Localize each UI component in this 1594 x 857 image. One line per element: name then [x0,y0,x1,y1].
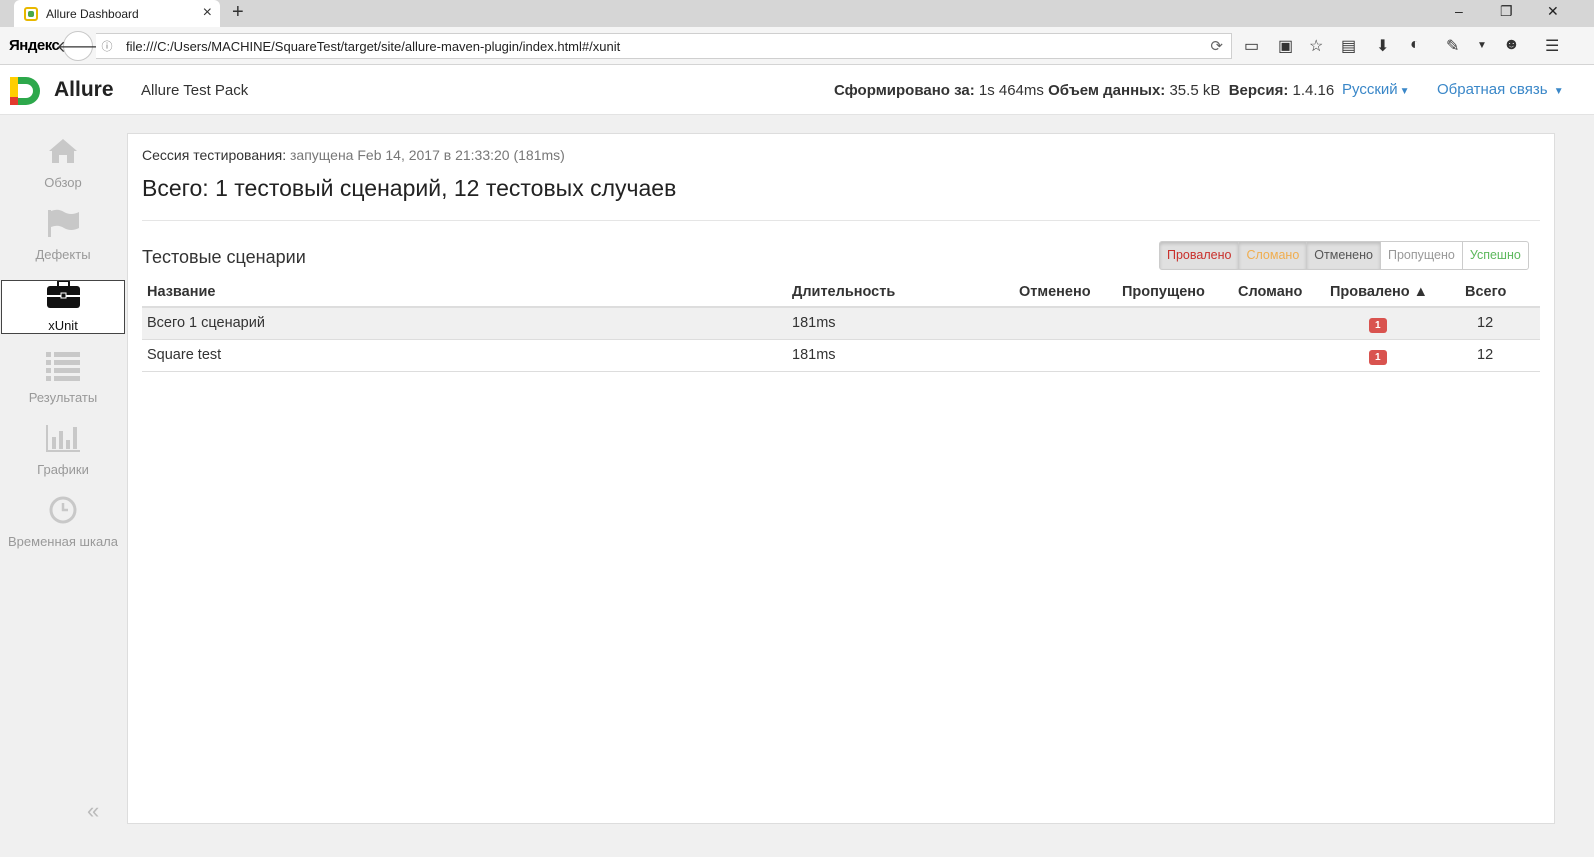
back-button[interactable]: 🡐 [57,31,99,61]
sidebar-item-defects[interactable]: Дефекты [0,208,126,262]
session-value: запущена Feb 14, 2017 в 21:33:20 (181ms) [290,147,565,163]
column-header-canceled[interactable]: Отменено [1019,284,1091,300]
bookmarks-list-icon[interactable]: ▤ [1341,36,1356,56]
close-window-button[interactable]: ✕ [1547,3,1559,20]
sidebar-item-label: Обзор [44,175,82,190]
feedback-dropdown[interactable]: Обратная связь ▼ [1437,81,1564,98]
column-header-failed[interactable]: Провалено ▲ [1330,284,1428,300]
section-title: Тестовые сценарии [142,247,306,267]
caret-down-icon: ▼ [1553,86,1564,97]
column-header-broken[interactable]: Сломано [1238,284,1302,300]
pack-name: Allure Test Pack [141,82,249,99]
row-duration: 181ms [792,347,836,363]
url-text[interactable]: file:///C:/Users/MACHINE/SquareTest/targ… [126,39,620,54]
row-total: 12 [1477,347,1494,363]
pocket-icon[interactable]: ◐ [1410,36,1420,54]
caret-down-icon: ▼ [1399,86,1410,97]
row-name: Всего 1 сценарий [147,315,265,331]
table-header: Название Длительность Отменено Пропущено… [142,277,1540,308]
column-header-duration[interactable]: Длительность [792,284,895,300]
size-value: 35.5 kB [1169,82,1221,99]
tab-close-icon[interactable]: × [203,4,212,22]
browser-tab-bar: Allure Dashboard × + – ❐ ✕ [0,0,1594,27]
sidebar-item-graphs[interactable]: Графики [0,423,126,477]
sidebar-item-label: Временная шкала [8,534,118,549]
bar-chart-icon [46,425,80,452]
column-header-name[interactable]: Название [147,284,215,300]
sidebar-item-timeline[interactable]: Временная шкала [0,495,126,549]
menu-icon[interactable]: ☰ [1545,36,1559,56]
allure-logo[interactable] [10,77,40,105]
report-stats: Сформировано за: 1s 464ms Объем данных: … [834,82,1334,99]
language-dropdown[interactable]: Русский ▼ [1342,81,1410,98]
divider [142,220,1540,221]
version-label: Версия: [1228,82,1289,99]
browser-tab[interactable]: Allure Dashboard × [14,0,220,27]
restore-button[interactable]: ❐ [1500,3,1513,20]
failed-count-badge: 1 [1369,348,1387,365]
size-label: Объем данных: [1048,82,1166,99]
browser-brand[interactable]: Яндекс [9,37,60,54]
main-panel: Сессия тестирования: запущена Feb 14, 20… [127,133,1555,824]
tab-title: Allure Dashboard [46,6,139,21]
reader-icon[interactable]: ▣ [1278,36,1293,56]
status-filter-group: Провалено Сломано Отменено Пропущено Усп… [1159,241,1529,270]
sidebar-item-overview[interactable]: Обзор [0,136,126,190]
allure-favicon-icon [24,6,38,21]
filter-passed-button[interactable]: Успешно [1461,241,1529,270]
arrow-left-icon: 🡐 [56,38,100,56]
sidebar-item-xunit[interactable]: xUnit [1,280,125,334]
chevron-down-icon[interactable]: ▼ [1477,40,1487,51]
app-name[interactable]: Allure [54,78,114,102]
list-icon [46,352,80,381]
new-tab-button[interactable]: + [232,1,244,24]
sidebar: Обзор Дефекты xUnit Результаты Графики В… [0,116,126,857]
screenshot-icon[interactable]: ▭ [1244,36,1259,56]
download-icon[interactable]: ⬇ [1376,36,1389,56]
app-header: Allure Allure Test Pack Сформировано за:… [0,65,1594,115]
column-header-skipped[interactable]: Пропущено [1122,284,1205,300]
extension-icon[interactable]: ✎ [1446,36,1459,56]
chat-icon[interactable]: ☻ [1503,36,1520,54]
filter-failed-button[interactable]: Провалено [1159,241,1240,270]
version-value: 1.4.16 [1292,82,1335,99]
minimize-button[interactable]: – [1455,3,1463,19]
generated-value: 1s 464ms [978,82,1044,99]
row-total: 12 [1477,315,1494,331]
sidebar-item-label: Графики [37,462,89,477]
table-row[interactable]: Square test 181ms 1 12 [142,340,1540,372]
row-duration: 181ms [792,315,836,331]
sidebar-item-label: Дефекты [35,247,91,262]
sidebar-item-label: Результаты [28,390,98,405]
address-bar[interactable]: ⓘ file:///C:/Users/MACHINE/SquareTest/ta… [96,33,1232,59]
filter-canceled-button[interactable]: Отменено [1306,241,1381,270]
reload-icon[interactable]: ⟳ [1210,37,1223,55]
session-info: Сессия тестирования: запущена Feb 14, 20… [142,147,565,163]
session-label: Сессия тестирования: [142,147,287,163]
filter-broken-button[interactable]: Сломано [1238,241,1308,270]
failed-count-badge: 1 [1369,316,1387,333]
bookmark-star-icon[interactable]: ☆ [1309,36,1323,56]
generated-label: Сформировано за: [834,82,975,99]
home-icon [49,139,77,163]
info-icon[interactable]: ⓘ [96,38,118,54]
flag-icon [48,209,79,237]
sidebar-item-results[interactable]: Результаты [0,351,126,405]
collapse-sidebar-icon[interactable]: « [87,798,99,824]
sidebar-item-label: xUnit [48,318,78,333]
clock-icon [49,496,77,524]
page-title: Всего: 1 тестовый сценарий, 12 тестовых … [142,175,677,201]
suites-table: Название Длительность Отменено Пропущено… [142,277,1540,372]
table-row-summary: Всего 1 сценарий 181ms 1 12 [142,308,1540,340]
briefcase-icon [47,281,80,308]
row-name[interactable]: Square test [147,347,221,363]
column-header-total[interactable]: Всего [1465,284,1506,300]
filter-skipped-button[interactable]: Пропущено [1380,241,1463,270]
